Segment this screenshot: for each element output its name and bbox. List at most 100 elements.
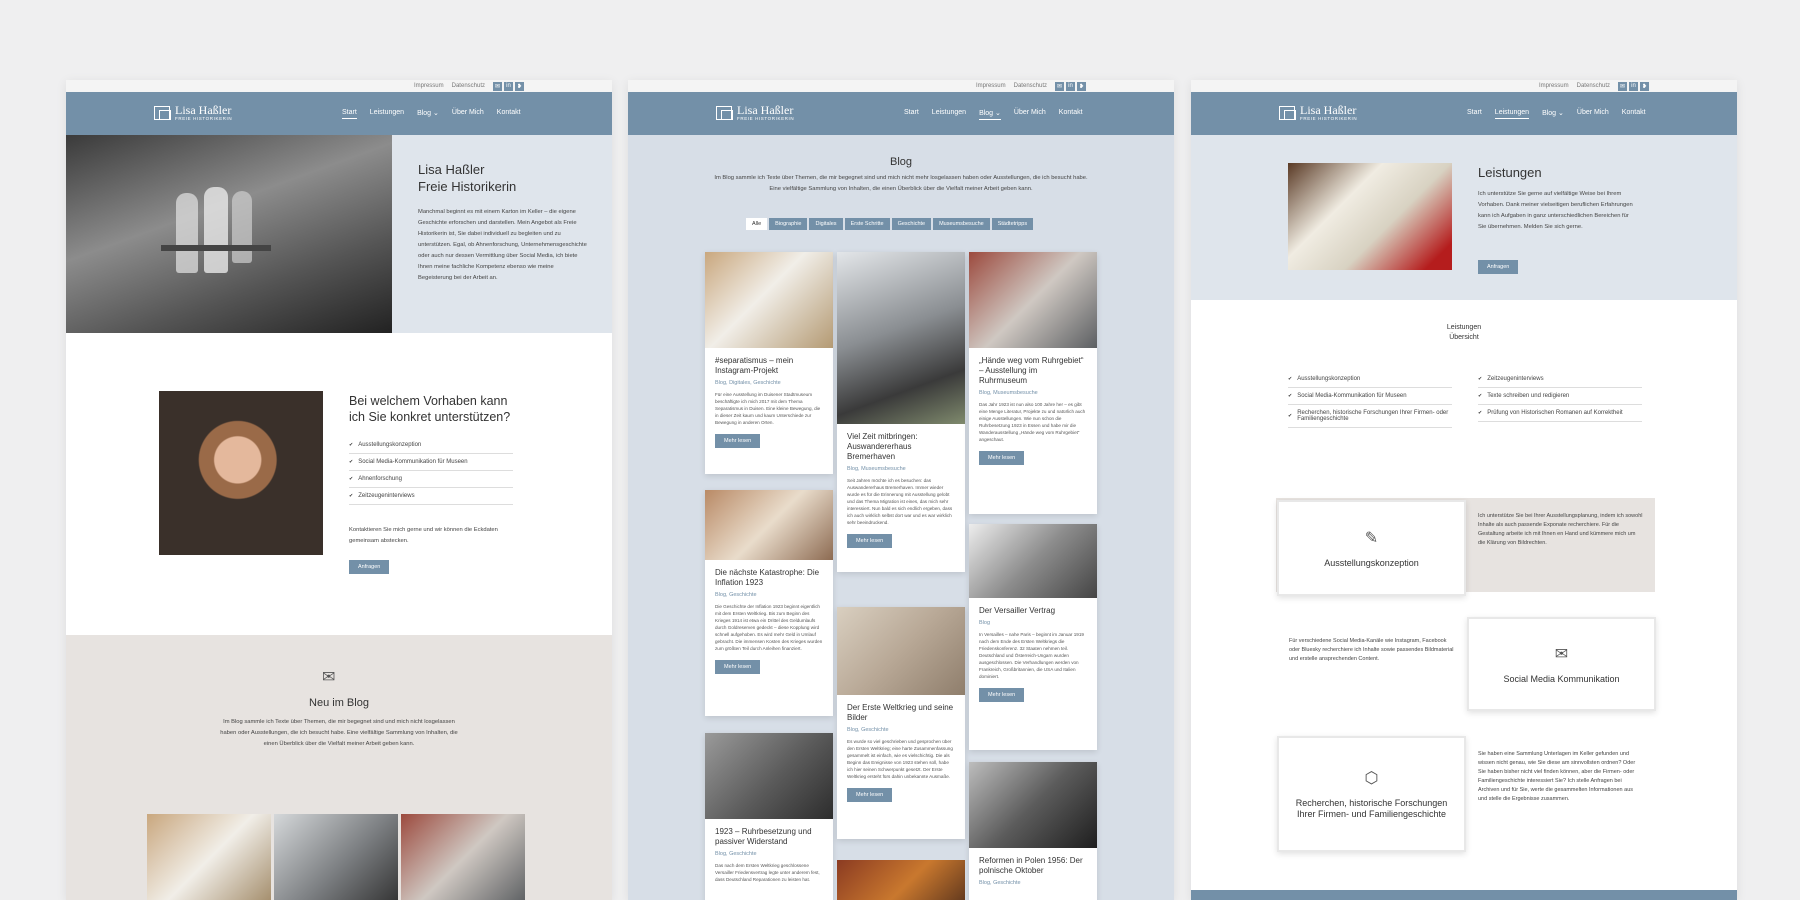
hero-title: Lisa Haßler Freie Historikerin (418, 162, 517, 194)
blog-card[interactable]: 1923 – Ruhrbesetzung und passiver Widers… (705, 733, 833, 900)
list-item: Social Media-Kommunikation für Museen (1288, 388, 1452, 405)
hero-text-panel: Lisa Haßler Freie Historikerin Manchmal … (392, 135, 612, 333)
nav-menu: Start Leistungen Blog ⌄ Über Mich Kontak… (904, 109, 1083, 120)
datenschutz-link[interactable]: Datenschutz (1014, 83, 1047, 89)
blog-teaser-image[interactable] (147, 814, 271, 900)
filter-geschichte[interactable]: Geschichte (891, 218, 932, 230)
logo-icon (1279, 106, 1296, 120)
site-logo[interactable]: Lisa Haßler FREIE HISTORIKERIN (1279, 103, 1358, 121)
impressum-link[interactable]: Impressum (414, 83, 444, 89)
box-icon: ⬡ (1364, 770, 1379, 787)
blog-teaser-image[interactable] (274, 814, 398, 900)
card-title: Der Versailler Vertrag (979, 606, 1056, 615)
nav-blog[interactable]: Blog ⌄ (979, 109, 1001, 120)
hero-photo (66, 135, 392, 333)
read-more-button[interactable]: Mehr lesen (979, 451, 1025, 465)
hero-paragraph: Ich unterstütze Sie gerne auf vielfältig… (1478, 191, 1633, 230)
site-logo[interactable]: Lisa Haßler FREIE HISTORIKERIN (716, 103, 795, 121)
page-title: Leistungen (1478, 165, 1542, 180)
exhibition-icon: ✎ (1364, 529, 1379, 547)
filter-museumsbesuche[interactable]: Museumsbesuche (933, 218, 990, 230)
card-category: Blog, Geschichte (715, 851, 757, 857)
read-more-button[interactable]: Mehr lesen (847, 788, 893, 802)
service-text: Für verschiedene Social Media-Kanäle wie… (1289, 638, 1454, 662)
datenschutz-link[interactable]: Datenschutz (452, 83, 485, 89)
read-more-button[interactable]: Mehr lesen (715, 660, 761, 674)
service-box-recherchen[interactable]: ⬡ Recherchen, historische Forschungen Ih… (1277, 736, 1466, 852)
list-item: Recherchen, historische Forschungen Ihre… (1288, 405, 1452, 428)
blog-card[interactable]: Viel Zeit mitbringen: Auswandererhaus Br… (837, 252, 965, 572)
footer-strip (1191, 890, 1737, 900)
filter-all[interactable]: Alle (746, 218, 768, 230)
utility-bar: Impressum Datenschutz ✉ in ❥ (1191, 80, 1737, 92)
blog-icon: ✉ (322, 669, 336, 686)
logo-subtitle: FREIE HISTORIKERIN (175, 116, 233, 121)
card-category: Blog, Museumsbesuche (847, 466, 906, 472)
datenschutz-link[interactable]: Datenschutz (1577, 83, 1610, 89)
card-image[interactable] (837, 860, 965, 900)
nav-ueber-mich[interactable]: Über Mich (1577, 109, 1609, 119)
impressum-link[interactable]: Impressum (1539, 83, 1569, 89)
filter-erste-schritte[interactable]: Erste Schritte (844, 218, 890, 230)
card-category: Blog, Geschichte (847, 727, 889, 733)
bluesky-icon[interactable]: ❥ (515, 81, 524, 91)
anfragen-button[interactable]: Anfragen (1478, 260, 1519, 274)
logo-subtitle: FREIE HISTORIKERIN (1300, 116, 1358, 121)
bluesky-icon[interactable]: ❥ (1640, 81, 1649, 91)
contact-text: Kontaktieren Sie mich gerne und wir könn… (349, 527, 498, 544)
teaser-list: Ausstellungskonzeption Social Media-Komm… (349, 437, 513, 505)
site-logo[interactable]: Lisa Haßler FREIE HISTORIKERIN (154, 104, 233, 121)
filter-staedtetripps[interactable]: Städtetripps (991, 218, 1034, 230)
nav-start[interactable]: Start (342, 109, 357, 119)
bluesky-icon[interactable]: ❥ (1077, 81, 1086, 91)
blog-card[interactable]: „Hände weg vom Ruhrgebiet“ – Ausstellung… (969, 252, 1097, 514)
impressum-link[interactable]: Impressum (976, 83, 1006, 89)
nav-leistungen[interactable]: Leistungen (370, 109, 404, 119)
blog-card[interactable]: #separatismus – mein Instagram-Projekt B… (705, 252, 833, 474)
nav-ueber-mich[interactable]: Über Mich (452, 109, 484, 119)
nav-start[interactable]: Start (1467, 109, 1482, 119)
logo-name: Lisa Haßler (737, 103, 794, 117)
card-excerpt: In Versailles – nahe Paris – beginnt im … (979, 632, 1084, 679)
instagram-icon[interactable]: ✉ (1618, 81, 1627, 91)
nav-kontakt[interactable]: Kontakt (497, 109, 521, 119)
nav-ueber-mich[interactable]: Über Mich (1014, 109, 1046, 120)
nav-kontakt[interactable]: Kontakt (1622, 109, 1646, 119)
read-more-button[interactable]: Mehr lesen (715, 434, 761, 448)
logo-name: Lisa Haßler (1300, 103, 1357, 117)
blog-card[interactable]: Reformen in Polen 1956: Der polnische Ok… (969, 762, 1097, 900)
card-title: 1923 – Ruhrbesetzung und passiver Widers… (715, 827, 812, 846)
linkedin-icon[interactable]: in (504, 81, 513, 91)
read-more-button[interactable]: Mehr lesen (979, 688, 1025, 702)
nav-blog[interactable]: Blog ⌄ (1542, 109, 1564, 119)
service-box-social-media[interactable]: ✉ Social Media Kommunikation (1467, 617, 1656, 711)
nav-leistungen[interactable]: Leistungen (1494, 109, 1530, 119)
instagram-icon[interactable]: ✉ (1055, 81, 1064, 91)
blog-card[interactable]: Die nächste Katastrophe: Die Inflation 1… (705, 490, 833, 716)
filter-digitales[interactable]: Digitales (809, 218, 843, 230)
blog-card[interactable]: Der Versailler Vertrag Blog In Versaille… (969, 524, 1097, 750)
linkedin-icon[interactable]: in (1629, 81, 1638, 91)
service-box-ausstellung[interactable]: ✎ Ausstellungskonzeption (1277, 500, 1466, 596)
card-title: Reformen in Polen 1956: Der polnische Ok… (979, 856, 1083, 875)
card-title: Viel Zeit mitbringen: Auswandererhaus Br… (847, 432, 918, 461)
filter-biographie[interactable]: Biographie (769, 218, 808, 230)
page-title: Blog (889, 156, 913, 168)
blog-teaser-image[interactable] (401, 814, 525, 900)
nav-blog[interactable]: Blog ⌄ (417, 109, 439, 119)
nav-kontakt[interactable]: Kontakt (1059, 109, 1083, 120)
nav-start[interactable]: Start (904, 109, 919, 120)
list-item: Prüfung von Historischen Romanen auf Kor… (1478, 405, 1642, 422)
list-item: Texte schreiben und redigieren (1478, 388, 1642, 405)
service-text: Ich unterstütze Sie bei Ihrer Ausstellun… (1478, 513, 1643, 546)
main-nav: Lisa Haßler FREIE HISTORIKERIN Start Lei… (66, 92, 612, 135)
card-category: Blog, Museumsbesuche (979, 390, 1038, 396)
blog-card[interactable]: Der Erste Weltkrieg und seine Bilder Blo… (837, 607, 965, 839)
instagram-icon[interactable]: ✉ (493, 81, 502, 91)
read-more-button[interactable]: Mehr lesen (847, 534, 893, 548)
anfragen-button[interactable]: Anfragen (349, 560, 390, 574)
linkedin-icon[interactable]: in (1066, 81, 1075, 91)
teaser-heading: Bei welchem Vorhaben kann ich Sie konkre… (349, 394, 511, 424)
nav-leistungen[interactable]: Leistungen (932, 109, 966, 120)
logo-subtitle: FREIE HISTORIKERIN (737, 116, 795, 121)
